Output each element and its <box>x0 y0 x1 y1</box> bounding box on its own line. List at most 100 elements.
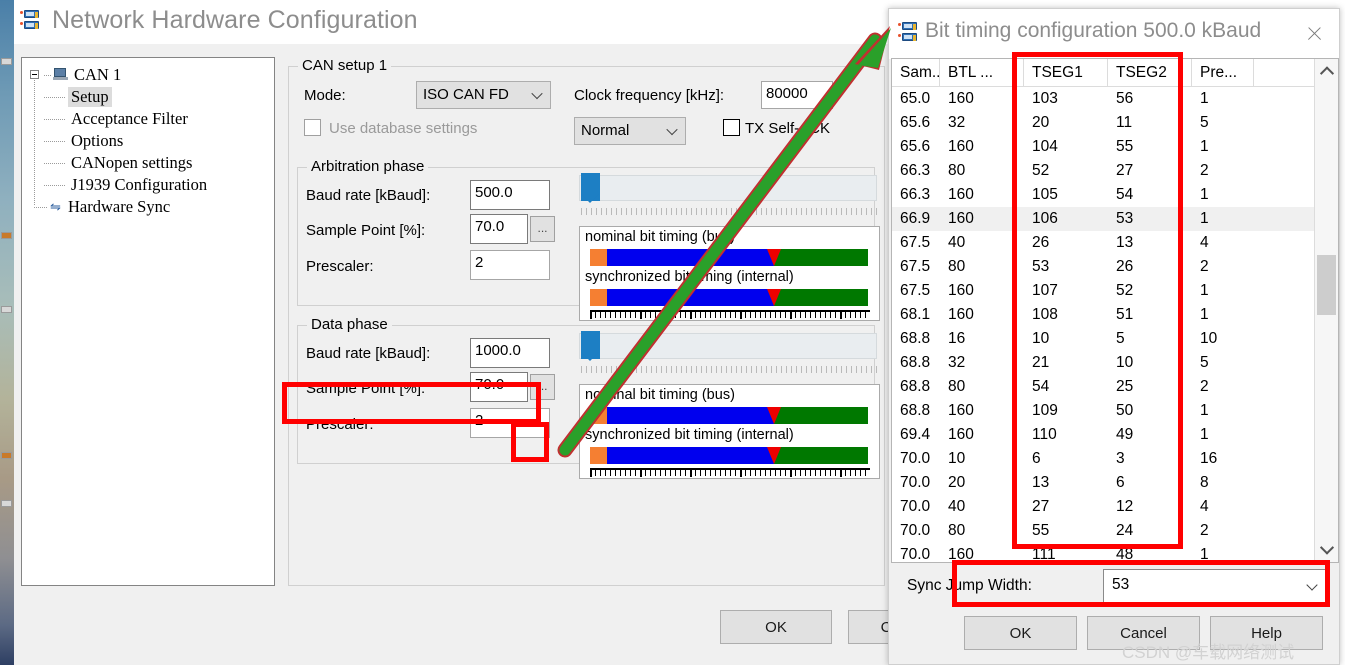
bit-timing-titlebar: Bit timing configuration 500.0 kBaud <box>889 9 1339 59</box>
table-row[interactable]: 68.8 16 10 5 10 <box>892 327 1314 351</box>
scroll-down-icon[interactable] <box>1315 536 1338 562</box>
arbitration-sample-input[interactable]: 70.0 <box>470 214 528 244</box>
data-group-title: Data phase <box>307 316 392 333</box>
arbitration-sample-slider-track[interactable] <box>579 175 877 201</box>
table-row[interactable]: 66.3 160 105 54 1 <box>892 183 1314 207</box>
table-row[interactable]: 69.4 160 110 49 1 <box>892 423 1314 447</box>
main-titlebar: Network Hardware Configuration <box>14 0 906 44</box>
mode-label: Mode: <box>304 87 346 104</box>
table-row[interactable]: 67.5 80 53 26 2 <box>892 255 1314 279</box>
column-header-btl[interactable]: BTL ... <box>940 59 1024 86</box>
bit-timing-table[interactable]: Sam... BTL ... TSEG1 TSEG2 Pre... 65.016… <box>891 58 1339 563</box>
arbitration-baud-label: Baud rate [kBaud]: <box>306 187 431 204</box>
main-ok-button[interactable]: OK <box>720 610 832 644</box>
table-row[interactable]: 68.8 160 109 50 1 <box>892 399 1314 423</box>
column-header-prescaler[interactable]: Pre... <box>1192 59 1254 86</box>
scroll-up-icon[interactable] <box>1315 59 1338 85</box>
tx-self-ack-label: TX Self-ACK <box>745 120 831 137</box>
table-row[interactable]: 68.8 80 54 25 2 <box>892 375 1314 399</box>
table-row[interactable]: 70.0 80 55 24 2 <box>892 519 1314 543</box>
network-hardware-configuration-window: Network Hardware Configuration CAN 1 Set… <box>14 0 960 665</box>
scrollbar-thumb[interactable] <box>1317 255 1336 315</box>
desktop-nub <box>1 306 12 313</box>
device-tree-panel[interactable]: CAN 1 Setup Acceptance Filter Options CA… <box>21 57 275 586</box>
table-row[interactable]: 68.1 160 108 51 1 <box>892 303 1314 327</box>
table-row[interactable]: 65.6 32 20 11 5 <box>892 111 1314 135</box>
sidebar-item-options[interactable]: Options <box>22 130 274 152</box>
use-database-settings-checkbox[interactable] <box>304 119 321 136</box>
column-header-tseg1[interactable]: TSEG1 <box>1024 59 1108 86</box>
sidebar-item-acceptance-filter[interactable]: Acceptance Filter <box>22 108 274 130</box>
sync-jump-width-row: Sync Jump Width: 53 <box>903 569 1327 605</box>
data-sample-slider-track[interactable] <box>579 333 877 359</box>
data-sample-ellipsis-button[interactable]: ... <box>530 374 555 400</box>
tseg2-segment <box>774 407 868 424</box>
table-cell: 106 <box>1032 210 1058 227</box>
column-header-sample-point[interactable]: Sam... <box>892 59 940 86</box>
sidebar-item-canopen-settings[interactable]: CANopen settings <box>22 152 274 174</box>
table-cell: 160 <box>948 138 974 155</box>
table-cell: 13 <box>1116 234 1134 251</box>
table-row[interactable]: 70.0 40 27 12 4 <box>892 495 1314 519</box>
mode-value: ISO CAN FD <box>423 86 509 103</box>
arbitration-time-axis <box>590 310 870 319</box>
table-row[interactable]: 67.5 160 107 52 1 <box>892 279 1314 303</box>
tree-item-can1[interactable]: CAN 1 <box>22 64 274 86</box>
arbitration-baud-input[interactable]: 500.0 <box>470 180 550 210</box>
data-sample-label: Sample Point [%]: <box>306 380 426 397</box>
arbitration-sample-slider-thumb[interactable] <box>581 173 600 203</box>
sidebar-item-setup[interactable]: Setup <box>22 86 274 108</box>
sidebar-item-hardware-sync[interactable]: ⇋ Hardware Sync <box>22 196 274 218</box>
clock-frequency-input[interactable]: 80000 <box>761 81 833 109</box>
table-row[interactable]: 65.0 160 103 56 1 <box>892 87 1314 111</box>
bit-timing-table-body[interactable]: 65.0 160 103 56 1 65.6 32 20 11 5 65.6 160 104 55 1 66.… <box>892 87 1314 562</box>
table-row[interactable]: 70.0 20 13 6 8 <box>892 471 1314 495</box>
table-cell: 160 <box>948 186 974 203</box>
table-scrollbar[interactable] <box>1314 59 1338 562</box>
tseg1-segment <box>607 447 774 464</box>
table-cell: 68.8 <box>900 354 931 371</box>
desktop-nub <box>1 500 12 507</box>
operation-mode-dropdown[interactable]: Normal <box>574 117 686 145</box>
table-row[interactable]: 65.6 160 104 55 1 <box>892 135 1314 159</box>
mode-dropdown[interactable]: ISO CAN FD <box>416 81 551 109</box>
table-cell: 68.8 <box>900 402 931 419</box>
sidebar-item-j1939-configuration[interactable]: J1939 Configuration <box>22 174 274 196</box>
close-icon <box>1306 25 1323 42</box>
sync-jump-width-dropdown[interactable]: 53 <box>1103 569 1327 603</box>
data-sample-slider-thumb[interactable] <box>581 331 600 361</box>
data-baud-input[interactable]: 1000.0 <box>470 338 550 368</box>
table-row[interactable]: 67.5 40 26 13 4 <box>892 231 1314 255</box>
close-button[interactable] <box>1291 11 1337 55</box>
data-sync-bar <box>590 447 868 464</box>
column-header-tseg2[interactable]: TSEG2 <box>1108 59 1192 86</box>
data-sample-input[interactable]: 70.0 <box>470 372 528 402</box>
bit-timing-ok-button[interactable]: OK <box>964 616 1077 650</box>
can-setup-group-title: CAN setup 1 <box>298 57 392 74</box>
table-cell: 54 <box>1032 378 1050 395</box>
table-row[interactable]: 70.0 10 6 3 16 <box>892 447 1314 471</box>
table-cell: 160 <box>948 210 974 227</box>
table-cell: 1 <box>1200 402 1209 419</box>
table-cell: 2 <box>1200 258 1209 275</box>
table-cell: 68.8 <box>900 378 931 395</box>
clock-frequency-label: Clock frequency [kHz]: <box>574 87 725 104</box>
table-cell: 20 <box>948 474 966 491</box>
sync-icon: ⇋ <box>50 199 61 214</box>
table-row[interactable]: 70.0 160 111 48 1 <box>892 543 1314 562</box>
table-row[interactable]: 66.3 80 52 27 2 <box>892 159 1314 183</box>
table-cell: 1 <box>1200 90 1209 107</box>
tree-item-label: Hardware Sync <box>68 197 171 216</box>
table-cell: 104 <box>1032 138 1058 155</box>
table-cell: 3 <box>1116 450 1125 467</box>
table-row[interactable]: 68.8 32 21 10 5 <box>892 351 1314 375</box>
arbitration-sample-ellipsis-button[interactable]: ... <box>530 216 555 242</box>
arbitration-prescaler-label: Prescaler: <box>306 258 374 275</box>
tx-self-ack-checkbox[interactable] <box>723 119 740 136</box>
tseg2-segment <box>774 249 868 266</box>
chevron-down-icon <box>531 87 543 100</box>
column-header-spacer <box>1254 59 1314 86</box>
table-row[interactable]: 66.9 160 106 53 1 <box>892 207 1314 231</box>
tree-expander-icon[interactable] <box>30 70 39 79</box>
table-cell: 53 <box>1032 258 1050 275</box>
